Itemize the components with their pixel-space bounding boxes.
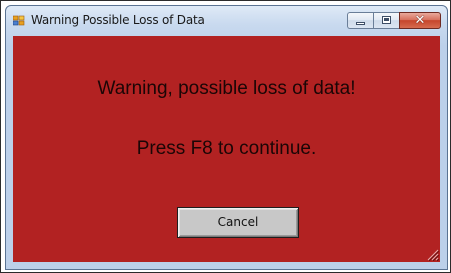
dialog-client-area: Warning, possible loss of data! Press F8…	[13, 36, 440, 262]
close-icon: ✕	[414, 13, 426, 28]
maximize-button[interactable]	[373, 12, 399, 29]
app-window-icon	[12, 14, 25, 26]
maximize-icon	[382, 16, 391, 24]
continue-instruction: Press F8 to continue.	[136, 138, 317, 159]
screenshot-frame: Warning Possible Loss of Data ✕ Warning,…	[0, 0, 451, 273]
warning-heading-text: Warning, possible loss of data!	[97, 78, 356, 99]
warning-heading: Warning, possible loss of data!	[13, 78, 440, 100]
title-bar[interactable]: Warning Possible Loss of Data ✕	[6, 6, 447, 34]
minimize-icon	[356, 22, 365, 25]
size-grip-icon[interactable]	[425, 247, 440, 262]
window-title: Warning Possible Loss of Data	[31, 13, 205, 27]
minimize-button[interactable]	[347, 12, 373, 29]
cancel-button[interactable]: Cancel	[177, 207, 299, 238]
caption-buttons: ✕	[347, 12, 441, 29]
dialog-window: Warning Possible Loss of Data ✕ Warning,…	[5, 5, 448, 270]
close-button[interactable]: ✕	[399, 12, 441, 29]
